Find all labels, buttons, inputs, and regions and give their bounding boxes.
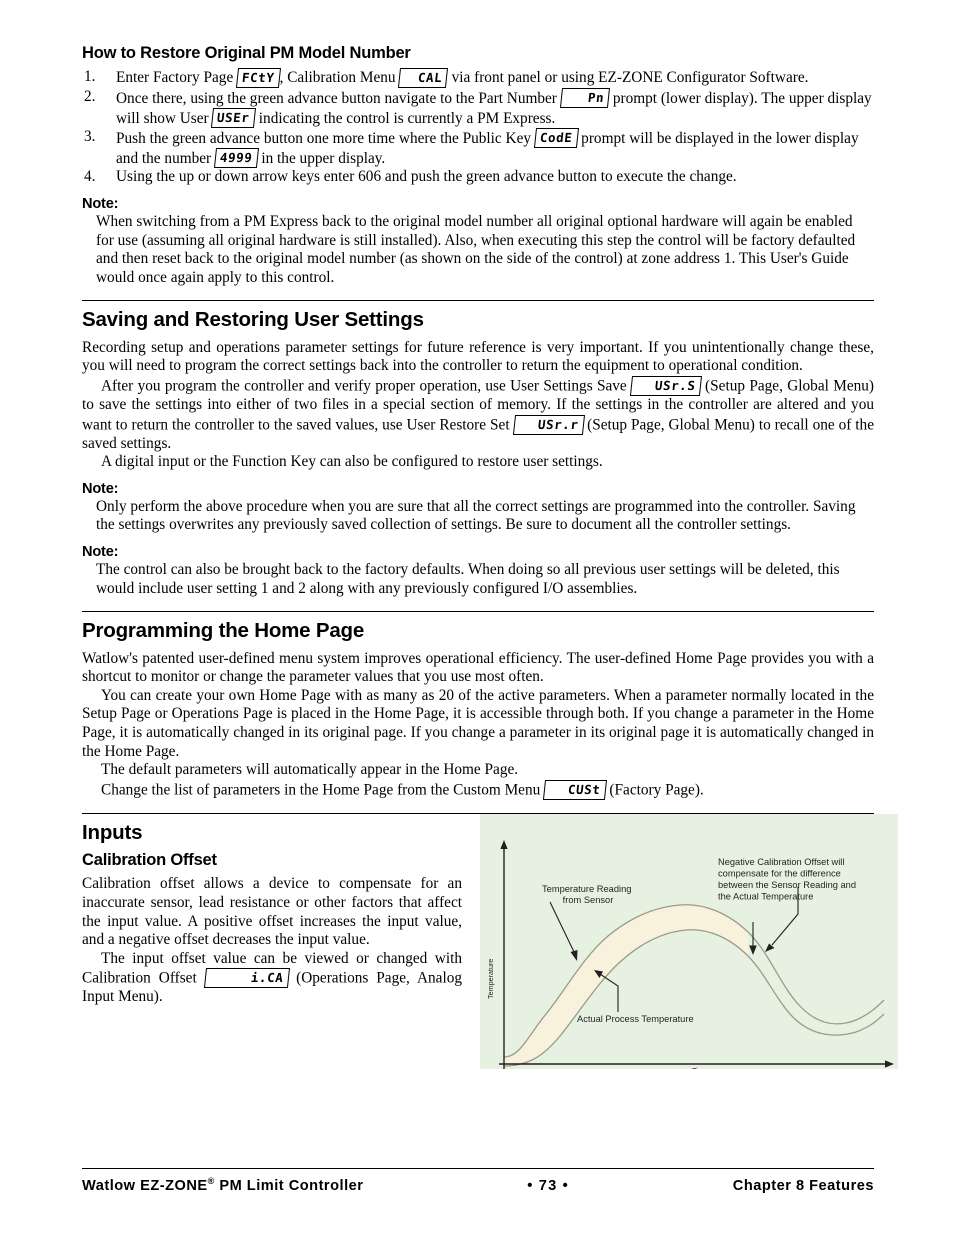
segment-display-usrr: USr.r (512, 414, 585, 435)
list-item: 4. Using the up or down arrow keys enter … (82, 168, 874, 187)
note-label: Note: (82, 195, 119, 212)
segment-display-usrs: USr.S (630, 375, 702, 396)
list-item: 1. Enter Factory Page FCtY, Calibration M… (82, 67, 874, 88)
figure-svg: Temperature Time Temperature Reading fro… (480, 813, 898, 1069)
list-item: 2. Once there, using the green advance bu… (82, 88, 874, 128)
y-axis-label: Temperature (486, 959, 495, 999)
note-body: When switching from a PM Express back to… (96, 212, 856, 286)
list-item: 3. Push the green advance button one more… (82, 128, 874, 168)
home-paragraph-3: The default parameters will automaticall… (101, 761, 519, 779)
list-item-text: Once there, using the green advance butt… (116, 88, 872, 128)
home-paragraph-1: Watlow's patented user-defined menu syst… (82, 649, 874, 686)
calibration-paragraph-1: Calibration offset allows a device to co… (82, 875, 462, 949)
home-paragraph-4: Change the list of parameters in the Hom… (101, 779, 704, 800)
list-item-text: Push the green advance button one more t… (116, 128, 859, 168)
heading-calibration-offset: Calibration Offset (82, 851, 217, 870)
restore-steps-list: 1. Enter Factory Page FCtY, Calibration M… (82, 67, 874, 187)
segment-display-cal: CAL (398, 67, 449, 88)
document-page: How to Restore Original PM Model Number … (0, 0, 954, 1235)
list-item-number: 3. (84, 128, 96, 146)
list-item-number: 4. (84, 168, 96, 186)
list-item-text: Using the up or down arrow keys enter 60… (116, 168, 737, 186)
list-item-text: Enter Factory Page FCtY, Calibration Men… (116, 67, 809, 88)
segment-display-fcty: FCtY (236, 67, 281, 88)
heading-restore-pm-model: How to Restore Original PM Model Number (82, 44, 411, 62)
note-label: Note: (82, 544, 119, 561)
calibration-paragraph-2: The input offset value can be viewed or … (82, 949, 462, 1006)
heading-programming-home-page: Programming the Home Page (82, 619, 365, 643)
footer-divider (82, 1168, 874, 1169)
footer-left-pre: Watlow EZ-ZONE (82, 1177, 208, 1194)
footer-left: Watlow EZ-ZONE® PM Limit Controller (82, 1176, 363, 1194)
list-item-number: 2. (84, 88, 96, 106)
saving-paragraph-1: Recording setup and operations parameter… (82, 338, 874, 375)
note-body: Only perform the above procedure when yo… (96, 497, 856, 534)
inputs-text-column: Inputs Calibration Offset Calibration of… (82, 814, 462, 1007)
footer-right: Chapter 8 Features (732, 1177, 874, 1194)
calibration-offset-figure: Temperature Time Temperature Reading fro… (480, 813, 898, 1069)
saving-paragraph-2: After you program the controller and ver… (82, 375, 874, 452)
heading-inputs: Inputs (82, 820, 143, 844)
page-content: How to Restore Original PM Model Number … (82, 44, 898, 1069)
heading-saving-restoring: Saving and Restoring User Settings (82, 308, 424, 332)
segment-display-user: USEr (211, 108, 256, 128)
segment-display-pn: Pn (559, 88, 611, 108)
home-paragraph-2: You can create your own Home Page with a… (82, 686, 874, 760)
x-axis-label: Time (692, 1066, 708, 1069)
segment-display-code: CodE (533, 128, 579, 148)
page-footer: Watlow EZ-ZONE® PM Limit Controller • 73… (82, 1168, 874, 1194)
figure-column: Temperature Time Temperature Reading fro… (462, 813, 898, 1069)
registered-trademark-icon: ® (207, 1176, 215, 1186)
segment-display-ica: i.CA (203, 968, 290, 988)
footer-page-number: • 73 • (527, 1177, 569, 1194)
section-divider (82, 300, 874, 302)
segment-display-4999: 4999 (213, 148, 259, 168)
saving-paragraph-3: A digital input or the Function Key can … (101, 453, 603, 471)
section-divider (82, 611, 874, 613)
inputs-section: Inputs Calibration Offset Calibration of… (82, 813, 898, 1069)
note-label: Note: (82, 480, 119, 497)
segment-display-cust: CUSt (543, 779, 607, 800)
footer-left-post: PM Limit Controller (214, 1177, 364, 1194)
annotation-actual-process: Actual Process Temperature (577, 1014, 694, 1024)
note-body: The control can also be brought back to … (96, 561, 840, 597)
list-item-number: 1. (84, 67, 96, 85)
